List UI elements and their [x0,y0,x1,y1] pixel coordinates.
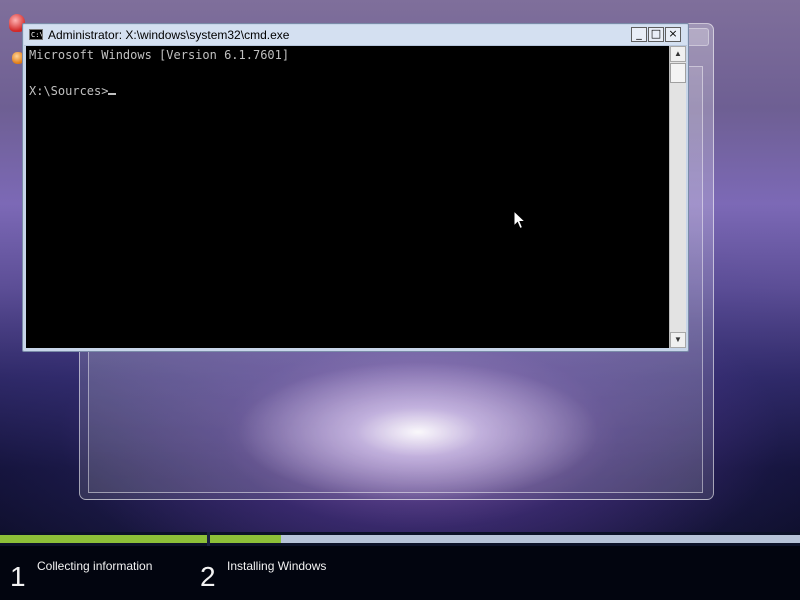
step-number: 2 [200,561,216,592]
progress-fill-collecting-information [0,535,207,543]
setup-steps-bar: 1 Collecting information 2 Installing Wi… [0,546,800,600]
setup-progress-strip [0,532,800,546]
close-button[interactable]: × [665,27,681,42]
progress-bar-collecting-information [0,535,207,543]
minimize-button[interactable]: _ [631,27,647,42]
console-icon[interactable]: C:\ [29,29,43,40]
step-label: Installing Windows [227,559,327,573]
scroll-down-arrow-icon[interactable]: ▼ [670,332,686,348]
scroll-thumb[interactable] [670,63,686,83]
console-prompt-line[interactable]: X:\Sources> [29,82,669,100]
step-number: 1 [10,561,26,592]
step-installing-windows: 2 Installing Windows [200,546,500,600]
step-label: Collecting information [37,559,153,573]
progress-fill-installing-windows [210,535,281,543]
setup-logo-icon [4,6,25,64]
console-output[interactable]: Microsoft Windows [Version 6.1.7601] X:\… [26,46,669,348]
scroll-up-arrow-icon[interactable]: ▲ [670,46,686,62]
cmd-window[interactable]: C:\ Administrator: X:\windows\system32\c… [22,23,689,352]
maximize-button[interactable]: □ [648,27,664,42]
console-prompt: X:\Sources> [29,84,109,98]
vertical-scrollbar[interactable]: ▲ ▼ [669,46,686,348]
text-cursor [108,93,117,95]
cmd-window-title: Administrator: X:\windows\system32\cmd.e… [48,28,290,42]
progress-bar-installing-windows [210,535,800,543]
mouse-pointer-icon [513,210,527,230]
window-controls: _ □ × [630,27,681,43]
desktop-background: C:\ Administrator: X:\windows\system32\c… [0,0,800,600]
step-collecting-information: 1 Collecting information [10,546,200,600]
cmd-titlebar[interactable]: C:\ Administrator: X:\windows\system32\c… [24,25,687,46]
console-line-version: Microsoft Windows [Version 6.1.7601] [29,48,290,62]
